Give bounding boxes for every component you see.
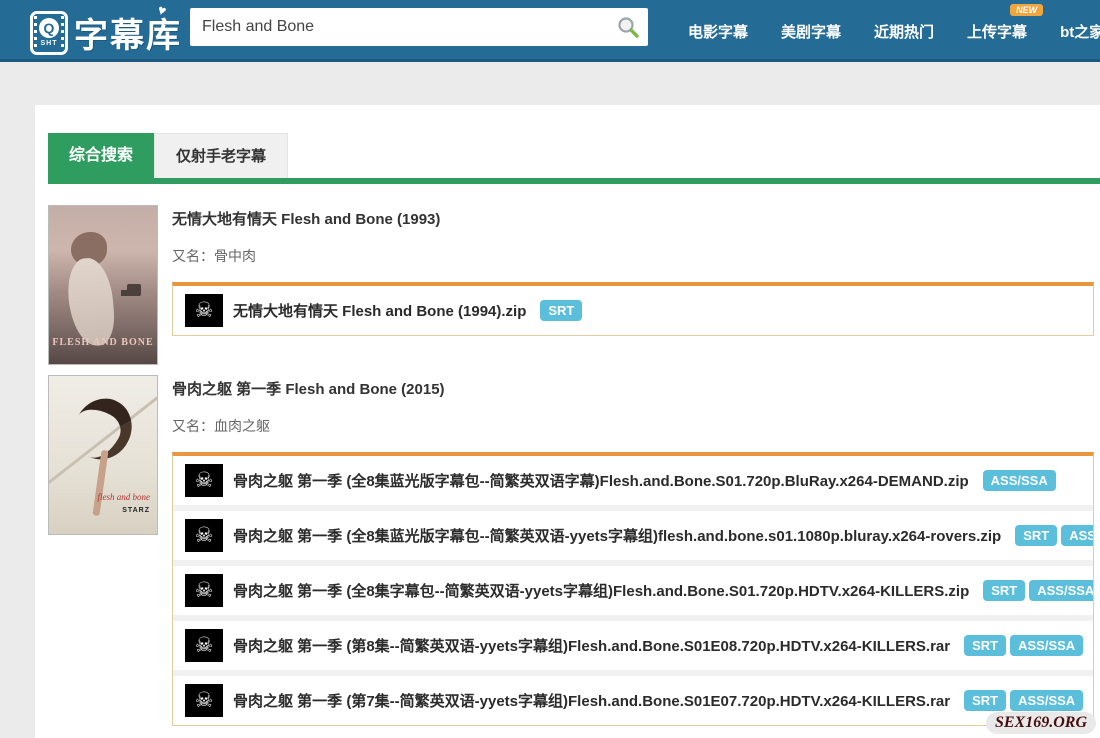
watermark: SEX169.ORG [986, 712, 1096, 734]
format-badge: SRT [964, 635, 1006, 656]
search-box [190, 8, 648, 46]
movie-title-link[interactable]: 骨肉之躯 第一季 Flesh and Bone (2015) [172, 370, 1094, 399]
search-button[interactable] [608, 8, 648, 46]
subtitle-list-box: ☠ 无情大地有情天 Flesh and Bone (1994).zip SRT [172, 282, 1094, 336]
search-result: FLESH AND BONE 无情大地有情天 Flesh and Bone (1… [35, 200, 1100, 336]
logo-letter: Q [39, 18, 59, 38]
subtitle-list-box: ☠ 骨肉之躯 第一季 (全8集蓝光版字幕包--简繁英双语字幕)Flesh.and… [172, 452, 1094, 726]
subtitle-row[interactable]: ☠ 骨肉之躯 第一季 (全8集蓝光版字幕包--简繁英双语-yyets字幕组)fl… [173, 511, 1093, 566]
new-badge: NEW [1010, 4, 1043, 16]
skull-icon: ☠ [185, 519, 223, 552]
subtitle-row[interactable]: ☠ 骨肉之躯 第一季 (全8集字幕包--简繁英双语-yyets字幕组)Flesh… [173, 566, 1093, 621]
format-badge: SRT [964, 690, 1006, 711]
nav-item-label: 电影字幕 [688, 24, 748, 41]
page: Q SHT 字幕库 ♥ 电影字幕 美剧字幕 近期热门 上传字幕 [0, 0, 1100, 738]
search-result: flesh and bone STARZ 骨肉之躯 第一季 Flesh and … [35, 370, 1100, 726]
brand-name: 字幕库 [74, 8, 182, 57]
results-list: FLESH AND BONE 无情大地有情天 Flesh and Bone (1… [35, 200, 1100, 738]
skull-icon: ☠ [185, 684, 223, 717]
subtitle-row[interactable]: ☠ 骨肉之躯 第一季 (第8集--简繁英双语-yyets字幕组)Flesh.an… [173, 621, 1093, 676]
format-badge: ASS/SSA [1010, 690, 1083, 711]
format-badge: SRT [1015, 525, 1057, 546]
tab-0[interactable]: 综合搜索 [48, 133, 154, 178]
skull-icon: ☠ [185, 629, 223, 662]
nav-item[interactable]: 电影字幕 [688, 21, 748, 42]
subtitle-file-link[interactable]: 无情大地有情天 Flesh and Bone (1994).zip [233, 300, 526, 321]
movie-alias: 又名：血肉之躯 [172, 416, 1094, 436]
nav-item[interactable]: bt之家 [1060, 21, 1100, 42]
subtitle-file-link[interactable]: 骨肉之躯 第一季 (全8集蓝光版字幕包--简繁英双语-yyets字幕组)fles… [233, 525, 1001, 546]
format-badges: SRT [536, 300, 582, 321]
skull-icon: ☠ [185, 574, 223, 607]
subtitle-file-link[interactable]: 骨肉之躯 第一季 (全8集字幕包--简繁英双语-yyets字幕组)Flesh.a… [233, 580, 969, 601]
format-badge: ASS/SSA [1061, 525, 1093, 546]
subtitle-file-link[interactable]: 骨肉之躯 第一季 (第8集--简繁英双语-yyets字幕组)Flesh.and.… [233, 635, 950, 656]
format-badges: SRTASS/SSA [1011, 525, 1093, 546]
format-badge: ASS/SSA [1010, 635, 1083, 656]
poster-caption: FLESH AND BONE [49, 337, 157, 348]
logo-subtext: SHT [41, 40, 58, 47]
format-badges: SRTASS/SSA [979, 580, 1093, 601]
format-badge: SRT [540, 300, 582, 321]
movie-poster[interactable]: flesh and bone STARZ [48, 375, 158, 535]
nav-item[interactable]: 上传字幕 NEW [967, 21, 1027, 42]
subtitle-row[interactable]: ☠ 骨肉之躯 第一季 (全8集蓝光版字幕包--简繁英双语字幕)Flesh.and… [173, 456, 1093, 511]
site-header: Q SHT 字幕库 ♥ 电影字幕 美剧字幕 近期热门 上传字幕 [0, 0, 1100, 62]
format-badge: ASS/SSA [983, 470, 1056, 491]
nav-item-label: 上传字幕 [967, 24, 1027, 41]
subtitle-file-link[interactable]: 骨肉之躯 第一季 (全8集蓝光版字幕包--简繁英双语字幕)Flesh.and.B… [233, 470, 969, 491]
subtitle-file-link[interactable]: 骨肉之躯 第一季 (第7集--简繁英双语-yyets字幕组)Flesh.and.… [233, 690, 950, 711]
nav-item[interactable]: 美剧字幕 [781, 21, 841, 42]
format-badges: ASS/SSA [979, 470, 1056, 491]
format-badge: SRT [983, 580, 1025, 601]
search-icon [616, 15, 640, 39]
site-logo[interactable]: Q SHT 字幕库 ♥ [30, 8, 182, 57]
tab-1[interactable]: 仅射手老字幕 [154, 133, 288, 178]
skull-icon: ☠ [185, 294, 223, 327]
subtitle-row[interactable]: ☠ 骨肉之躯 第一季 (第7集--简繁英双语-yyets字幕组)Flesh.an… [173, 676, 1093, 725]
nav-item-label: 美剧字幕 [781, 24, 841, 41]
search-tabs: 综合搜索 仅射手老字幕 [48, 133, 288, 178]
main-nav: 电影字幕 美剧字幕 近期热门 上传字幕 NEW bt之家 [688, 0, 1100, 62]
nav-item-label: bt之家 [1060, 24, 1100, 41]
poster-caption: flesh and bone [98, 492, 151, 502]
nav-item[interactable]: 近期热门 [874, 21, 934, 42]
format-badge: ASS/SSA [1029, 580, 1093, 601]
content-card: 综合搜索 仅射手老字幕 FLESH AND BONE 无情大地有情天 Flesh… [35, 105, 1100, 738]
movie-poster[interactable]: FLESH AND BONE [48, 205, 158, 365]
search-input[interactable] [190, 8, 608, 46]
nav-item-label: 近期热门 [874, 24, 934, 41]
tab-underline-bar [48, 178, 1100, 184]
subtitle-row[interactable]: ☠ 无情大地有情天 Flesh and Bone (1994).zip SRT [173, 286, 1093, 335]
poster-network-logo: STARZ [122, 507, 150, 514]
movie-title-link[interactable]: 无情大地有情天 Flesh and Bone (1993) [172, 200, 1094, 229]
format-badges: SRTASS/SSA [960, 690, 1083, 711]
skull-icon: ☠ [185, 464, 223, 497]
film-strip-icon: Q SHT [30, 11, 68, 55]
format-badges: SRTASS/SSA [960, 635, 1083, 656]
movie-alias: 又名：骨中肉 [172, 246, 1094, 266]
